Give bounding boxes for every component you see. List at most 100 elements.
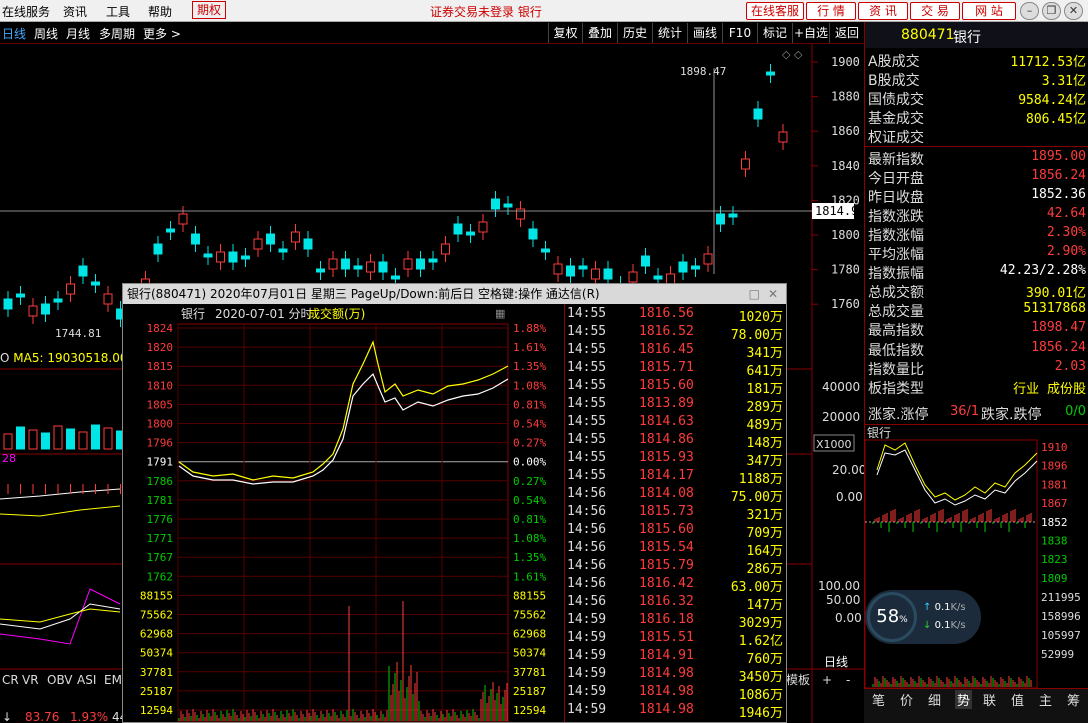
diamond-icon[interactable]: ◇ ◇ [782,48,803,61]
menu-online-service[interactable]: 在线服务 [2,3,50,20]
stat-label: 总成交额 [868,285,924,302]
ind-tab-cr[interactable]: CR [2,673,19,687]
intraday-popup[interactable]: 银行(880471) 2020年07月01日 星期三 PageUp/Down:前… [122,283,787,723]
period-multi[interactable]: 多周期 [99,25,135,42]
draw-button[interactable]: 画线 [687,23,722,43]
tab-lian[interactable]: 联 [983,690,996,709]
stat-value: 390.01亿 [1026,286,1086,302]
website-button[interactable]: 网 站 [962,2,1016,20]
ind-tab-vr[interactable]: VR [22,673,39,687]
period-week[interactable]: 周线 [34,25,58,42]
online-support-button[interactable]: 在线客服 [746,2,804,20]
tick-row: 14:55 1816.56 1020万 [565,306,787,325]
menu-tools[interactable]: 工具 [106,3,130,20]
stat-row: A股成交 11712.53亿 [868,51,1086,70]
tick-volume: 1086万 [738,688,783,703]
popup-maximize-icon[interactable]: □ [749,284,760,304]
mark-button[interactable]: 标记 [757,23,792,43]
popup-close-icon[interactable]: ✕ [768,284,778,304]
popup-intraday-chart[interactable]: 银行 2020-07-01 分时 成交额(万) ▦ 1824 1.88% 1820 1… [123,304,564,722]
tab-bi[interactable]: 笔 [872,690,885,709]
candle [253,238,263,250]
close-icon[interactable]: ✕ [1064,2,1083,20]
tab-xi[interactable]: 细 [928,690,941,709]
ind-axis-0: 20.00 [832,463,864,477]
popup-chart-settings-icon[interactable]: ▦ [495,307,505,320]
stat-value: 42.23/2.28% [999,263,1086,279]
candle [503,203,513,208]
tick-price: 1816.32 [639,594,694,609]
period-month[interactable]: 月线 [66,25,90,42]
quotes-button[interactable]: 行 情 [806,2,856,20]
popup-title[interactable]: 银行(880471) 2020年07月01日 星期三 PageUp/Down:前… [123,284,786,304]
candle [203,253,213,258]
tick-price: 1814.91 [639,648,694,663]
tick-volume: 1.62亿 [738,634,783,649]
candle [266,233,275,245]
candle [453,223,463,235]
tick-row: 14:56 1815.79 286万 [565,558,787,577]
menu-help[interactable]: 帮助 [148,3,172,20]
menu-bar: 在线服务 资讯 工具 帮助 期权 证券交易未登录 银行 在线客服 行 情 资 讯… [0,0,1088,22]
back-button[interactable]: 返回 [829,23,864,43]
candle [378,261,388,273]
candle [653,275,663,280]
tick-time: 14:56 [567,504,607,519]
tick-row: 14:59 1814.98 1086万 [565,684,787,703]
template-tab[interactable]: 模板 [786,673,810,687]
candle [303,238,313,250]
overlay-button[interactable]: 叠加 [582,23,617,43]
adjust-button[interactable]: 复权 [548,23,582,43]
net-down: ↓ 0.1K/s [923,620,966,631]
minimize-icon[interactable]: – [1020,2,1039,20]
daily-tab[interactable]: 日线 [824,655,848,669]
add-watchlist-button[interactable]: +自选 [792,23,829,43]
candle [516,208,525,220]
popup-price-tick: 1771 [147,532,174,545]
ind-tab-em[interactable]: EM [104,673,122,687]
stat-value: 3.31亿 [1041,74,1086,90]
add-tab[interactable]: + [822,673,832,687]
stat-label: 指数涨幅 [868,227,924,244]
tab-zhu[interactable]: 主 [1039,690,1052,709]
ind-tab-obv[interactable]: OBV [47,673,73,687]
tab-chou[interactable]: 筹 [1067,690,1080,709]
period-more[interactable]: 更多 > [143,25,181,42]
tick-row: 14:56 1816.42 63.00万 [565,576,787,595]
mini-price-tick: 1823 [1041,553,1068,566]
ind2-axis-2: 0.00 [835,611,862,625]
candle [78,265,88,277]
stat-row: 板指类型 行业 成份股 [868,378,1086,397]
tick-time: 14:55 [567,342,607,357]
vol-bar [103,427,113,450]
mini-price-tick: 1910 [1041,441,1068,454]
vol-bar [3,433,13,450]
ind-tab-asi[interactable]: ASI [77,673,96,687]
stats-button[interactable]: 统计 [652,23,687,43]
menu-options[interactable]: 期权 [192,1,227,19]
vol-bar [53,425,63,450]
tab-shi[interactable]: 势 [955,690,973,709]
popup-vol-tick-right: 37781 [513,666,546,679]
history-button[interactable]: 历史 [617,23,652,43]
popup-price-tick: 1786 [147,475,174,488]
popup-volume-bars [178,601,508,721]
price-tick: 1900 [831,55,860,69]
candle [678,261,688,273]
tab-zhi[interactable]: 值 [1011,690,1024,709]
tick-list[interactable]: 14:55 1816.56 1020万 14:55 1816.52 78.00万 14:55… [564,304,786,722]
trade-button[interactable]: 交 易 [910,2,960,20]
tick-volume: 3450万 [738,670,783,685]
news-button[interactable]: 资 讯 [858,2,908,20]
tab-jia[interactable]: 价 [900,690,913,709]
f10-button[interactable]: F10 [722,23,757,43]
menu-news[interactable]: 资讯 [63,3,87,20]
network-widget[interactable]: 58% ↑ 0.1K/s ↓ 0.1K/s [865,590,981,644]
period-day[interactable]: 日线 [2,25,26,42]
stat-label: 板指类型 [868,380,924,397]
remove-tab[interactable]: - [846,673,850,687]
mini-intraday-chart[interactable]: 银行 1910 1896 1881 1867 1852 1838 1823 1809 21199… [865,425,1088,689]
restore-icon[interactable]: ❐ [1042,2,1061,20]
tick-row: 14:55 1815.60 181万 [565,378,787,397]
tick-time: 14:56 [567,594,607,609]
